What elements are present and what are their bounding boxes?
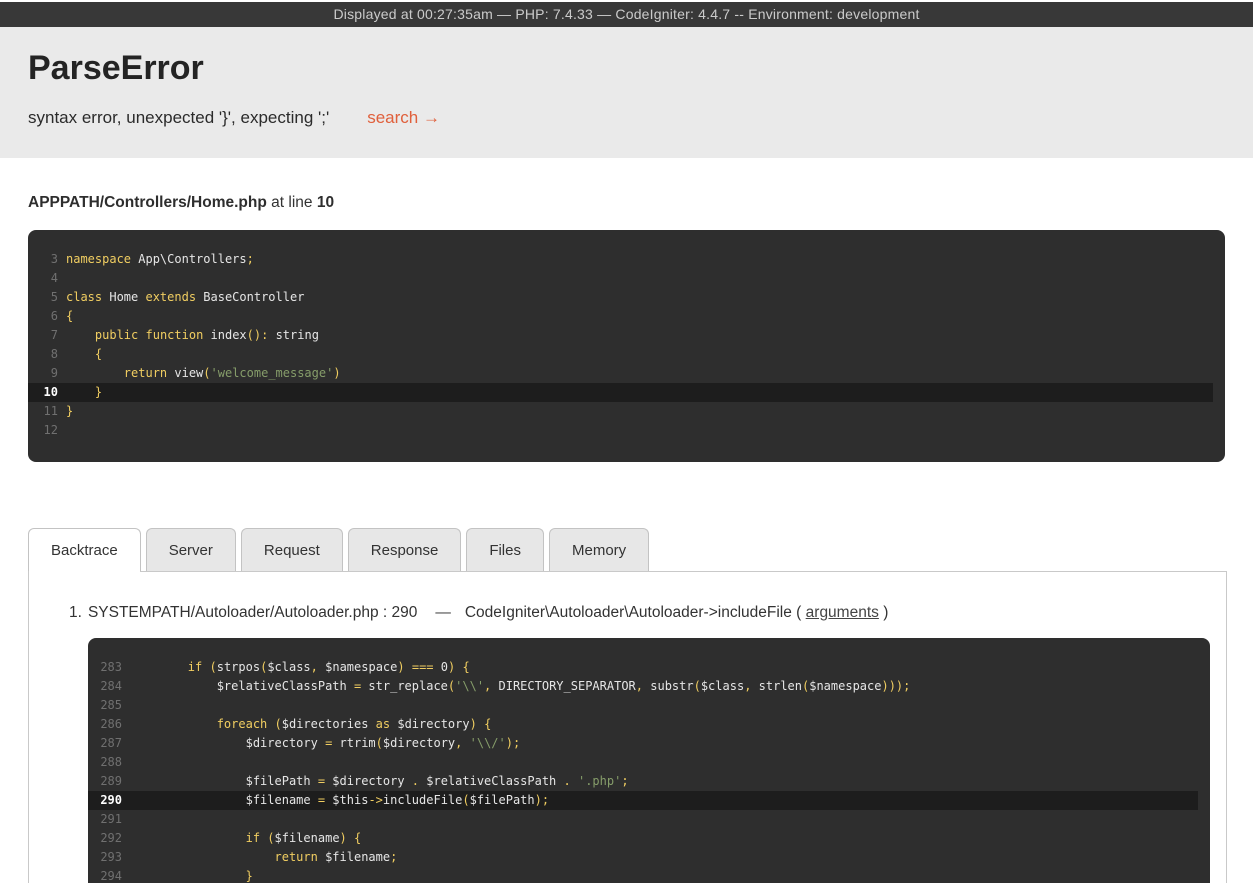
line-number: 287	[88, 734, 122, 753]
code-text: }	[66, 383, 102, 402]
code-line-9: 9 return view('welcome_message')	[28, 364, 1225, 383]
line-number: 11	[28, 402, 58, 421]
code-line-285: 285	[88, 696, 1210, 715]
source-file: APPPATH/Controllers/Home.php	[28, 194, 267, 211]
line-number: 288	[88, 753, 122, 772]
code-line-294: 294 }	[88, 867, 1210, 883]
code-line-287: 287 $directory = rtrim($directory, '\\/'…	[88, 734, 1210, 753]
code-line-11: 11}	[28, 402, 1225, 421]
tab-server[interactable]: Server	[146, 528, 236, 571]
environment-bar: Displayed at 00:27:35am — PHP: 7.4.33 — …	[0, 2, 1253, 27]
line-number: 10	[28, 383, 58, 402]
tab-bar: Backtrace Server Request Response Files …	[28, 528, 1253, 571]
code-text: $relativeClassPath = str_replace('\\', D…	[130, 677, 910, 696]
source-code-block: 3 namespace App\Controllers; 45 class Home …	[28, 230, 1225, 462]
code-text: return view('welcome_message')	[66, 364, 341, 383]
code-line-291: 291	[88, 810, 1210, 829]
line-number: 3	[28, 250, 58, 269]
backtrace-args-open: (	[796, 604, 801, 621]
backtrace-args-close: )	[883, 604, 888, 621]
code-text: {	[66, 307, 73, 326]
error-detail: APPPATH/Controllers/Home.php at line 10 …	[0, 194, 1253, 883]
code-text: {	[66, 345, 102, 364]
code-line-5: 5 class Home extends BaseController	[28, 288, 1225, 307]
line-number: 292	[88, 829, 122, 848]
code-text: $directory = rtrim($directory, '\\/');	[130, 734, 520, 753]
backtrace-code-block: 283 if (strpos($class, $namespace) === 0…	[88, 638, 1210, 883]
code-text: public function index(): string	[66, 326, 319, 345]
line-number: 291	[88, 810, 122, 829]
code-text: return $filename;	[130, 848, 397, 867]
code-line-7: 7 public function index(): string	[28, 326, 1225, 345]
tab-request[interactable]: Request	[241, 528, 343, 571]
tab-memory[interactable]: Memory	[549, 528, 649, 571]
code-text: foreach ($directories as $directory) {	[130, 715, 491, 734]
tab-backtrace[interactable]: Backtrace	[28, 528, 141, 571]
code-line-10: 10 }	[28, 383, 1213, 402]
backtrace-separator: —	[435, 604, 451, 621]
backtrace-panel: 1. SYSTEMPATH/Autoloader/Autoloader.php :…	[28, 571, 1227, 883]
environment-bar-text: Displayed at 00:27:35am — PHP: 7.4.33 — …	[333, 6, 919, 22]
line-number: 294	[88, 867, 122, 883]
code-line-292: 292 if ($filename) {	[88, 829, 1210, 848]
code-text: if (strpos($class, $namespace) === 0) {	[130, 658, 470, 677]
code-line-12: 12	[28, 421, 1225, 440]
tab-response[interactable]: Response	[348, 528, 462, 571]
code-text: $filename = $this->includeFile($filePath…	[130, 791, 549, 810]
line-number: 289	[88, 772, 122, 791]
backtrace-function: CodeIgniter\Autoloader\Autoloader->inclu…	[465, 604, 792, 621]
code-line-4: 4	[28, 269, 1225, 288]
code-text: }	[130, 867, 253, 883]
code-text: if ($filename) {	[130, 829, 361, 848]
error-header: ParseError syntax error, unexpected '}',…	[0, 27, 1253, 158]
line-number: 5	[28, 288, 58, 307]
source-line-number: 10	[317, 194, 334, 211]
code-line-284: 284 $relativeClassPath = str_replace('\\…	[88, 677, 1210, 696]
line-number: 286	[88, 715, 122, 734]
line-number: 12	[28, 421, 58, 440]
code-line-3: 3 namespace App\Controllers;	[28, 250, 1225, 269]
code-text: $filePath = $directory . $relativeClassP…	[130, 772, 629, 791]
source-file-path: APPPATH/Controllers/Home.php at line 10	[28, 194, 1225, 212]
line-number: 6	[28, 307, 58, 326]
search-link[interactable]: search →	[367, 108, 440, 128]
error-message: syntax error, unexpected '}', expecting …	[28, 108, 329, 128]
code-line-290: 290 $filename = $this->includeFile($file…	[88, 791, 1198, 810]
line-number: 293	[88, 848, 122, 867]
code-line-289: 289 $filePath = $directory . $relativeCl…	[88, 772, 1210, 791]
backtrace-location: SYSTEMPATH/Autoloader/Autoloader.php : 2…	[88, 604, 417, 621]
backtrace-item: 1. SYSTEMPATH/Autoloader/Autoloader.php :…	[29, 604, 1226, 622]
code-line-293: 293 return $filename;	[88, 848, 1210, 867]
line-number: 284	[88, 677, 122, 696]
code-line-8: 8 {	[28, 345, 1225, 364]
at-line-label: at line	[271, 194, 312, 211]
code-line-6: 6{	[28, 307, 1225, 326]
backtrace-arguments-link[interactable]: arguments	[806, 604, 879, 621]
code-text: class Home extends BaseController	[66, 288, 304, 307]
code-line-288: 288	[88, 753, 1210, 772]
line-number: 4	[28, 269, 58, 288]
backtrace-index: 1.	[69, 604, 82, 621]
line-number: 8	[28, 345, 58, 364]
code-text: }	[66, 402, 73, 421]
line-number: 285	[88, 696, 122, 715]
line-number: 9	[28, 364, 58, 383]
tab-files[interactable]: Files	[466, 528, 544, 571]
code-line-286: 286 foreach ($directories as $directory)…	[88, 715, 1210, 734]
line-number: 290	[88, 791, 122, 810]
line-number: 283	[88, 658, 122, 677]
error-title: ParseError	[28, 49, 1225, 88]
code-text: namespace App\Controllers;	[66, 250, 254, 269]
code-line-283: 283 if (strpos($class, $namespace) === 0…	[88, 658, 1210, 677]
line-number: 7	[28, 326, 58, 345]
